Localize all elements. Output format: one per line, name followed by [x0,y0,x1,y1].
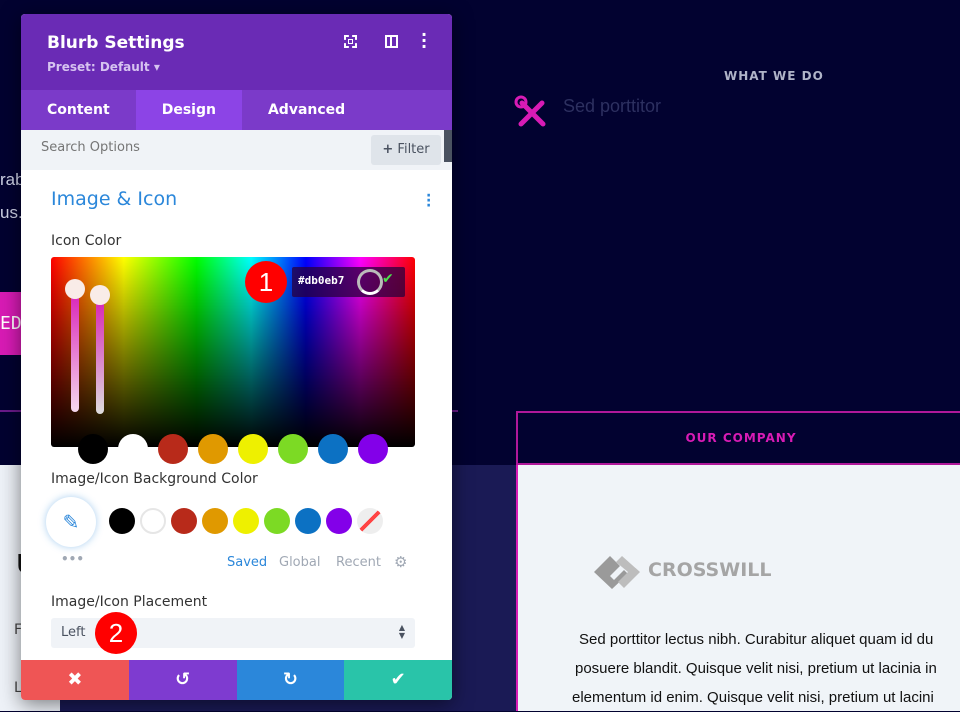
tab-design[interactable]: Design [135,90,242,130]
scrollbar[interactable] [444,130,452,162]
redo-button[interactable]: ↻ [236,660,345,700]
color-picker-gradient[interactable]: #db0eb7 ✔ [51,257,415,447]
company-description: Sed porttitor lectus nibh. Curabitur ali… [572,625,960,712]
swatch[interactable] [358,434,388,464]
swatch[interactable] [278,434,308,464]
placement-label: Image/Icon Placement [51,594,208,610]
icon-color-label: Icon Color [51,233,122,249]
swatch[interactable] [198,434,228,464]
section-options-icon[interactable]: · · · [426,189,431,213]
text-line: posuere blandit. Quisque velit nisi, pre… [575,660,937,677]
swatch[interactable] [158,434,188,464]
swatch[interactable] [140,508,166,534]
cancel-button[interactable]: ✖ [21,660,129,700]
tools-icon [514,95,550,131]
search-input[interactable] [41,140,341,155]
swatch[interactable] [118,434,148,464]
modal-footer: ✖ ↺ ↻ ✔ [21,660,452,700]
tab-advanced[interactable]: Advanced [242,90,371,130]
swatch[interactable] [238,434,268,464]
swatch[interactable] [109,508,135,534]
bg-color-label: Image/Icon Background Color [51,471,258,487]
eyedropper-icon[interactable]: ✎ [46,497,96,547]
swatch[interactable] [295,508,321,534]
sidebar-layout-icon[interactable] [385,35,398,48]
gear-icon[interactable]: ⚙ [394,553,407,571]
section-heading: WHAT WE DO [724,69,824,83]
placement-value: Left [61,625,86,640]
slider-handle[interactable] [90,285,110,305]
search-bar: + Filter [21,130,452,170]
palette-tab-saved[interactable]: Saved [227,555,267,570]
blurb-settings-modal: Blurb Settings Preset: Default ▾ · · · Con… [21,14,452,700]
hex-value[interactable]: #db0eb7 [298,274,344,287]
filter-label: Filter [397,142,430,157]
our-company-tab[interactable]: OUR COMPANY [516,411,960,465]
select-arrows-icon: ▲ ▼ [398,623,405,640]
annotation-badge-2: 2 [95,612,137,654]
opacity-slider[interactable] [96,294,104,414]
modal-header: Blurb Settings Preset: Default ▾ · · · [21,14,452,90]
swatch[interactable] [78,434,108,464]
crosswill-logo-text: CROSSWILL [648,559,772,581]
swatch[interactable] [171,508,197,534]
swatch[interactable] [326,508,352,534]
check-icon[interactable]: ✔ [382,271,394,287]
swatch[interactable] [202,508,228,534]
slider-handle[interactable] [65,279,85,299]
caret-down-icon: ▾ [153,60,160,74]
modal-title: Blurb Settings [47,33,185,53]
modal-tabs: Content Design Advanced [21,90,452,130]
preset-dropdown[interactable]: Preset: Default ▾ [47,60,160,74]
bg-text-fragment: us. [0,203,23,222]
swatch[interactable] [318,434,348,464]
swatch[interactable] [233,508,259,534]
more-swatches-icon[interactable]: ••• [61,552,84,566]
text-line: Sed porttitor lectus nibh. Curabitur ali… [579,631,934,648]
loading-spinner-icon [357,269,383,295]
bg-color-palette [109,508,383,534]
filter-button[interactable]: + Filter [371,135,441,165]
tab-content[interactable]: Content [21,90,136,130]
plus-icon: + [382,142,394,157]
annotation-badge-1: 1 [245,261,287,303]
blurb-title: Sed porttitor [563,96,662,116]
no-color-swatch[interactable] [357,508,383,534]
save-button[interactable]: ✔ [344,660,452,700]
more-options-icon[interactable]: · · · [421,27,427,55]
preset-label: Preset: Default [47,60,150,74]
hue-slider[interactable] [71,287,79,412]
undo-button[interactable]: ↺ [128,660,237,700]
hex-input-box[interactable]: #db0eb7 ✔ [292,267,405,297]
crosswill-logo-icon [592,553,644,591]
palette-tab-global[interactable]: Global [279,555,320,570]
text-line: elementum id enim. Quisque velit nisi, p… [572,689,934,706]
section-title[interactable]: Image & Icon [51,188,177,210]
swatch[interactable] [264,508,290,534]
palette-tab-recent[interactable]: Recent [336,555,381,570]
fullscreen-icon[interactable] [344,35,357,48]
